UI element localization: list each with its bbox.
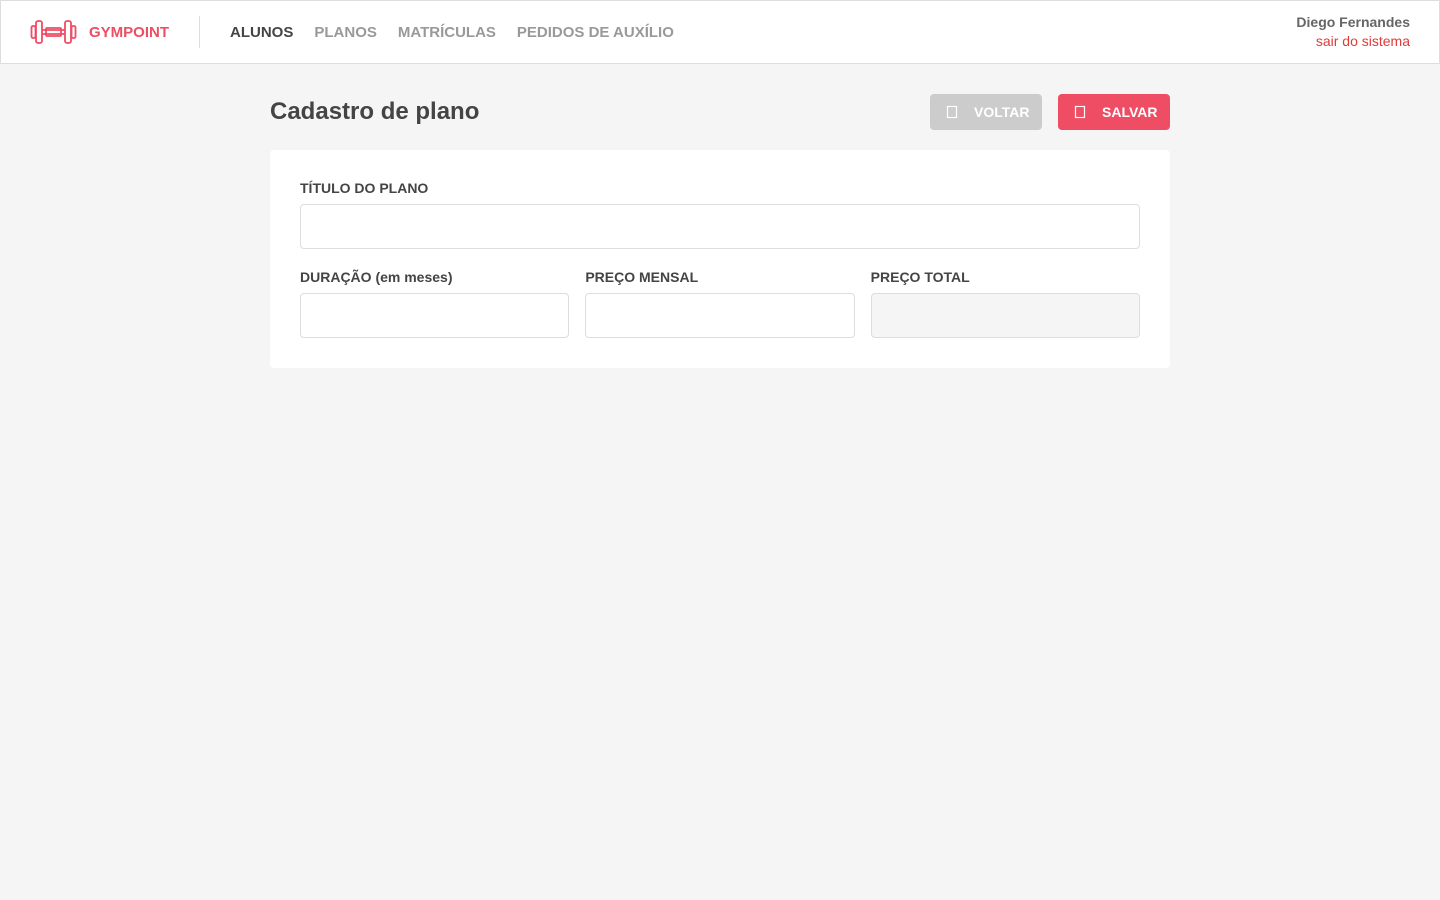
header-divider [199, 16, 201, 48]
total-price-input [870, 293, 1140, 338]
duration-field: DURAÇÃO (em meses) [300, 269, 570, 338]
nav-item-matriculas[interactable]: MATRÍCULAS [398, 24, 496, 41]
main-content: Cadastro de plano VOLTAR SALVAR TÍTULO D… [270, 94, 1170, 368]
user-profile: Diego Fernandes sair do sistema [1296, 13, 1439, 51]
logout-link[interactable]: sair do sistema [1296, 31, 1410, 51]
save-button[interactable]: SALVAR [1058, 94, 1170, 130]
page-actions: VOLTAR SALVAR [930, 94, 1170, 130]
plan-title-input[interactable] [300, 204, 1140, 249]
plan-details-row: DURAÇÃO (em meses) PREÇO MENSAL PREÇO TO… [300, 269, 1140, 338]
nav-item-alunos[interactable]: ALUNOS [230, 24, 293, 41]
chevron-left-icon [946, 105, 958, 119]
page-header: Cadastro de plano VOLTAR SALVAR [270, 94, 1170, 130]
brand-name: GYMPOINT [89, 23, 170, 41]
plan-form: TÍTULO DO PLANO DURAÇÃO (em meses) PREÇO… [270, 150, 1170, 368]
user-name: Diego Fernandes [1296, 14, 1410, 30]
brand-logo[interactable]: GYMPOINT [1, 17, 169, 47]
plan-title-field: TÍTULO DO PLANO [300, 180, 1140, 249]
back-button[interactable]: VOLTAR [930, 94, 1042, 130]
monthly-price-field: PREÇO MENSAL [585, 269, 855, 338]
plan-title-label: TÍTULO DO PLANO [300, 180, 429, 196]
monthly-price-label: PREÇO MENSAL [585, 269, 699, 285]
main-nav: ALUNOS PLANOS MATRÍCULAS PEDIDOS DE AUXÍ… [230, 24, 674, 41]
save-button-label: SALVAR [1102, 104, 1158, 120]
nav-item-pedidos-de-auxilio[interactable]: PEDIDOS DE AUXÍLIO [517, 24, 674, 41]
page-title: Cadastro de plano [270, 98, 480, 125]
duration-label: DURAÇÃO (em meses) [300, 269, 453, 285]
check-icon [1074, 105, 1086, 119]
nav-item-planos[interactable]: PLANOS [314, 24, 377, 41]
dumbbell-icon [30, 19, 77, 45]
monthly-price-input[interactable] [585, 293, 855, 338]
total-price-label: PREÇO TOTAL [870, 269, 970, 285]
back-button-label: VOLTAR [974, 104, 1030, 120]
top-header: GYMPOINT ALUNOS PLANOS MATRÍCULAS PEDIDO… [0, 0, 1440, 64]
total-price-field: PREÇO TOTAL [870, 269, 1140, 338]
duration-input[interactable] [300, 293, 570, 338]
